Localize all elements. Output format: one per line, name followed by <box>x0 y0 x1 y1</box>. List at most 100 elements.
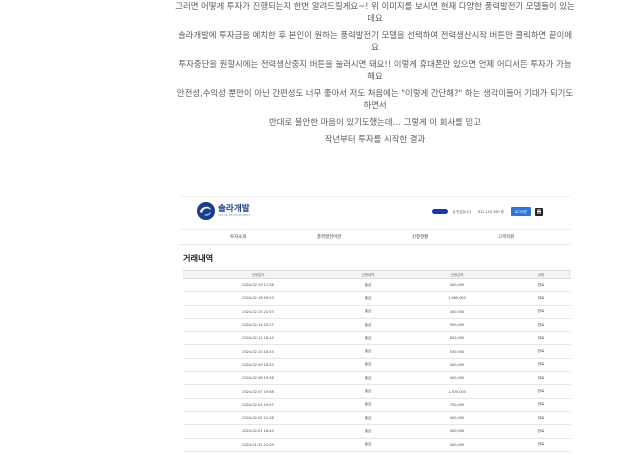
account-balance: 831,105,360 원 <box>478 210 504 214</box>
cell-type: 출금 <box>333 398 403 412</box>
text-line: 그러면 어떻게 투자가 진행되는지 한번 알려드릴게요~! 위 이미지를 보시면… <box>175 1 575 11</box>
table-row: 2024-02-08 19:36 출금 400,000 완료 <box>183 371 571 386</box>
account-bar: 님 반갑습니다 831,105,360 원 로그아웃 <box>432 207 543 216</box>
text-line: 요 <box>371 42 379 53</box>
cell-amount: 400,000 <box>403 438 511 452</box>
cell-date: 2024-02-10 18:34 <box>183 344 333 359</box>
text-line: 솔라개발에 투자금을 예치한 후 본인이 원하는 풍력발전기 모델을 선택하여 … <box>177 30 573 40</box>
paragraph-4: 안전성,수익성 뿐만이 아닌 간편성도 너무 좋아서 저도 처음에는 "이렇게 … <box>160 87 590 111</box>
col-header-type: 신청내역 <box>333 270 403 279</box>
cell-date: 2024-02-12 18:14 <box>183 331 333 346</box>
table-row: 2024-02-02 21:16 출금 400,000 완료 <box>183 411 571 426</box>
logo-subtitle: SOLAR DEVELOPMENT <box>218 214 251 217</box>
paragraph-1: 그러면 어떻게 투자가 진행되는지 한번 알려드릴게요~! 위 이미지를 보시면… <box>160 0 590 24</box>
site-nav: 투자소개 풍력발전이란 신청현황 고객지원 <box>180 229 571 245</box>
transaction-table: 신청일자 신청내역 신청금액 상태 2024-02-19 17:26 출금 400,… <box>183 270 571 452</box>
cell-date: 2024-02-04 19:07 <box>183 398 333 412</box>
cell-date: 2024-02-07 19:08 <box>183 384 333 399</box>
col-header-status: 상태 <box>511 270 571 279</box>
cell-amount: 900,000 <box>403 318 511 333</box>
table-row: 2024-01-31 21:09 출금 400,000 완료 <box>183 438 571 452</box>
cell-amount: 400,000 <box>403 358 511 373</box>
menu-icon[interactable] <box>535 207 543 216</box>
cell-status: 완료 <box>511 424 571 439</box>
table-row: 2024-02-09 18:25 출금 400,000 완료 <box>183 358 571 373</box>
table-row: 2024-02-12 18:14 출금 820,000 완료 <box>183 331 571 346</box>
cell-amount: 820,000 <box>403 331 511 346</box>
cell-status: 완료 <box>511 278 571 293</box>
text-line: 데요 <box>367 13 383 24</box>
cell-amount: 400,000 <box>403 424 511 439</box>
user-name-redacted <box>432 209 449 214</box>
cell-status: 완료 <box>511 344 571 359</box>
blog-article-text: 그러면 어떻게 투자가 진행되는지 한번 알려드릴게요~! 위 이미지를 보시면… <box>160 0 590 150</box>
cell-date: 2024-02-14 20:17 <box>183 318 333 333</box>
text-line: 투자중단을 원할시에는 전력생산중지 버튼을 눌러시면 돼요!! 이렇게 휴대폰… <box>178 59 572 69</box>
site-header: 솔라개발 SOLAR DEVELOPMENT 님 반갑습니다 831,105,3… <box>180 197 571 229</box>
paragraph-2: 솔라개발에 투자금을 예치한 후 본인이 원하는 풍력발전기 모델을 선택하여 … <box>160 29 590 53</box>
cell-status: 완료 <box>511 291 571 306</box>
cell-status: 완료 <box>511 438 571 452</box>
cell-amount: 400,000 <box>403 371 511 386</box>
cell-type: 출금 <box>333 424 403 439</box>
text-line: 하면서 <box>363 100 387 111</box>
table-row: 2024-02-04 19:07 출금 750,000 완료 <box>183 398 571 412</box>
page-title: 거래내역 <box>183 253 214 263</box>
cell-amount: 400,000 <box>403 278 511 293</box>
text-line: 안전성,수익성 뿐만이 아닌 간편성도 너무 좋아서 저도 처음에는 "이렇게 … <box>176 88 574 98</box>
cell-amount: 400,000 <box>403 305 511 319</box>
col-header-amount: 신청금액 <box>403 270 511 279</box>
nav-item-application-status[interactable]: 신청현황 <box>412 234 428 240</box>
paragraph-6: 작년부터 투자를 시작한 결과 <box>160 133 590 145</box>
cell-type: 출금 <box>333 278 403 293</box>
cell-type: 출금 <box>333 344 403 359</box>
cell-date: 2024-02-18 09:25 <box>183 291 333 306</box>
cell-status: 완료 <box>511 318 571 333</box>
cell-amount: 750,000 <box>403 398 511 412</box>
table-row: 2024-02-01 18:44 출금 400,000 완료 <box>183 424 571 439</box>
nav-item-intro[interactable]: 투자소개 <box>230 234 246 240</box>
nav-item-customer-support[interactable]: 고객지원 <box>498 234 514 240</box>
cell-date: 2024-02-15 21:53 <box>183 305 333 319</box>
cell-type: 출금 <box>333 371 403 386</box>
text-line: 해요 <box>367 71 383 82</box>
cell-type: 출금 <box>333 318 403 333</box>
nav-item-wind-power[interactable]: 풍력발전이란 <box>317 234 341 240</box>
greeting-label: 님 반갑습니다 <box>452 210 472 214</box>
cell-amount: 1,300,000 <box>403 384 511 399</box>
cell-date: 2024-02-01 18:44 <box>183 424 333 439</box>
cell-type: 출금 <box>333 358 403 373</box>
table-row: 2024-02-14 20:17 출금 900,000 완료 <box>183 318 571 333</box>
table-row: 2024-02-07 19:08 출금 1,300,000 완료 <box>183 384 571 399</box>
cell-type: 출금 <box>333 331 403 346</box>
logo-name: 솔라개발 <box>218 204 250 214</box>
table-row: 2024-02-19 17:26 출금 400,000 완료 <box>183 278 571 293</box>
cell-amount: 530,000 <box>403 344 511 359</box>
cell-type: 출금 <box>333 384 403 399</box>
cell-status: 완료 <box>511 384 571 399</box>
embedded-site-screenshot: 솔라개발 SOLAR DEVELOPMENT 님 반갑습니다 831,105,3… <box>180 196 571 469</box>
logout-button[interactable]: 로그아웃 <box>510 207 531 216</box>
cell-amount: 1,960,000 <box>403 291 511 306</box>
logo-swirl-icon <box>197 202 215 220</box>
cell-status: 완료 <box>511 358 571 373</box>
table-header-row: 신청일자 신청내역 신청금액 상태 <box>183 270 571 279</box>
cell-status: 완료 <box>511 305 571 319</box>
cell-amount: 400,000 <box>403 411 511 426</box>
cell-status: 완료 <box>511 411 571 426</box>
site-logo[interactable]: 솔라개발 SOLAR DEVELOPMENT <box>196 201 250 221</box>
table-row: 2024-02-18 09:25 출금 1,960,000 완료 <box>183 291 571 306</box>
table-row: 2024-02-10 18:34 출금 530,000 완료 <box>183 344 571 359</box>
text-line: 반대로 불안한 마음이 있기도했는데… 그렇게 이 회사를 믿고 <box>269 117 481 127</box>
cell-type: 출금 <box>333 305 403 319</box>
paragraph-3: 투자중단을 원할시에는 전력생산중지 버튼을 눌러시면 돼요!! 이렇게 휴대폰… <box>160 58 590 82</box>
table-row: 2024-02-15 21:53 출금 400,000 완료 <box>183 305 571 319</box>
cell-date: 2024-02-19 17:26 <box>183 278 333 293</box>
cell-status: 완료 <box>511 371 571 386</box>
cell-date: 2024-01-31 21:09 <box>183 438 333 452</box>
paragraph-5: 반대로 불안한 마음이 있기도했는데… 그렇게 이 회사를 믿고 <box>160 116 590 128</box>
col-header-date: 신청일자 <box>183 270 333 279</box>
cell-date: 2024-02-08 19:36 <box>183 371 333 386</box>
cell-type: 출금 <box>333 438 403 452</box>
cell-date: 2024-02-09 18:25 <box>183 358 333 373</box>
